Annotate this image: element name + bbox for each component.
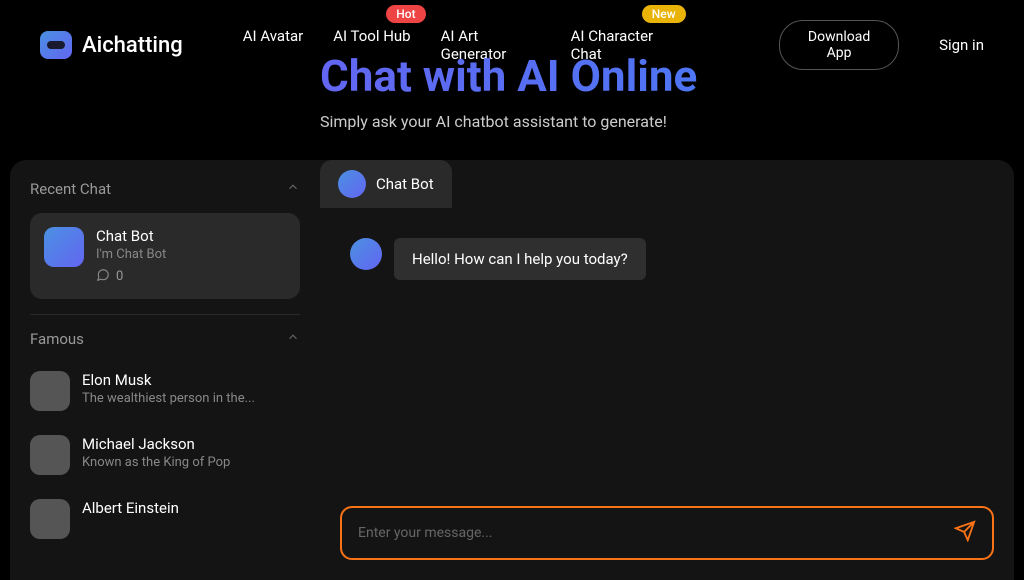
person-name: Elon Musk [82, 371, 300, 389]
chat-name: Chat Bot [96, 227, 286, 245]
famous-item-elon-musk[interactable]: Elon Musk The wealthiest person in the..… [30, 363, 300, 419]
input-box [340, 506, 994, 560]
recent-chat-title: Recent Chat [30, 180, 111, 198]
bot-message: Hello! How can I help you today? [350, 238, 984, 280]
new-badge: New [642, 5, 686, 23]
person-avatar [30, 499, 70, 539]
famous-item-michael-jackson[interactable]: Michael Jackson Known as the King of Pop [30, 427, 300, 483]
message-count: 0 [116, 269, 123, 284]
input-area [320, 491, 1014, 580]
recent-chat-header[interactable]: Recent Chat [30, 180, 300, 198]
message-input[interactable] [358, 525, 954, 541]
tab-avatar-icon [338, 170, 366, 198]
person-name: Michael Jackson [82, 435, 300, 453]
person-desc: The wealthiest person in the... [82, 391, 300, 406]
hot-badge: Hot [386, 5, 425, 23]
famous-header[interactable]: Famous [30, 330, 300, 348]
sidebar: Recent Chat Chat Bot I'm Chat Bot 0 Famo… [10, 160, 320, 580]
send-icon[interactable] [954, 520, 976, 546]
hero-section: Chat with AI Online Simply ask your AI c… [0, 50, 1024, 151]
chat-desc: I'm Chat Bot [96, 247, 286, 262]
hero-subtitle: Simply ask your AI chatbot assistant to … [320, 112, 1024, 131]
chevron-up-icon [286, 330, 300, 348]
person-avatar [30, 435, 70, 475]
tab-name: Chat Bot [376, 175, 434, 193]
hero-title: Chat with AI Online [320, 50, 1024, 102]
recent-chat-item[interactable]: Chat Bot I'm Chat Bot 0 [30, 213, 300, 299]
chevron-up-icon [286, 180, 300, 198]
divider [30, 314, 300, 315]
chat-meta: 0 [96, 268, 286, 285]
messages-area: Hello! How can I help you today? [320, 208, 1014, 491]
person-avatar [30, 371, 70, 411]
person-name: Albert Einstein [82, 499, 300, 517]
message-bubble: Hello! How can I help you today? [394, 238, 646, 280]
famous-title: Famous [30, 330, 84, 348]
message-icon [96, 268, 110, 285]
famous-item-albert-einstein[interactable]: Albert Einstein [30, 491, 300, 547]
chatbot-avatar [44, 227, 84, 267]
chat-panel: Chat Bot Hello! How can I help you today… [320, 160, 1014, 580]
chat-tab-active[interactable]: Chat Bot [320, 160, 452, 208]
person-desc: Known as the King of Pop [82, 455, 300, 470]
famous-list: Elon Musk The wealthiest person in the..… [30, 363, 300, 547]
bot-avatar-icon [350, 238, 382, 270]
chat-info: Chat Bot I'm Chat Bot 0 [96, 227, 286, 285]
